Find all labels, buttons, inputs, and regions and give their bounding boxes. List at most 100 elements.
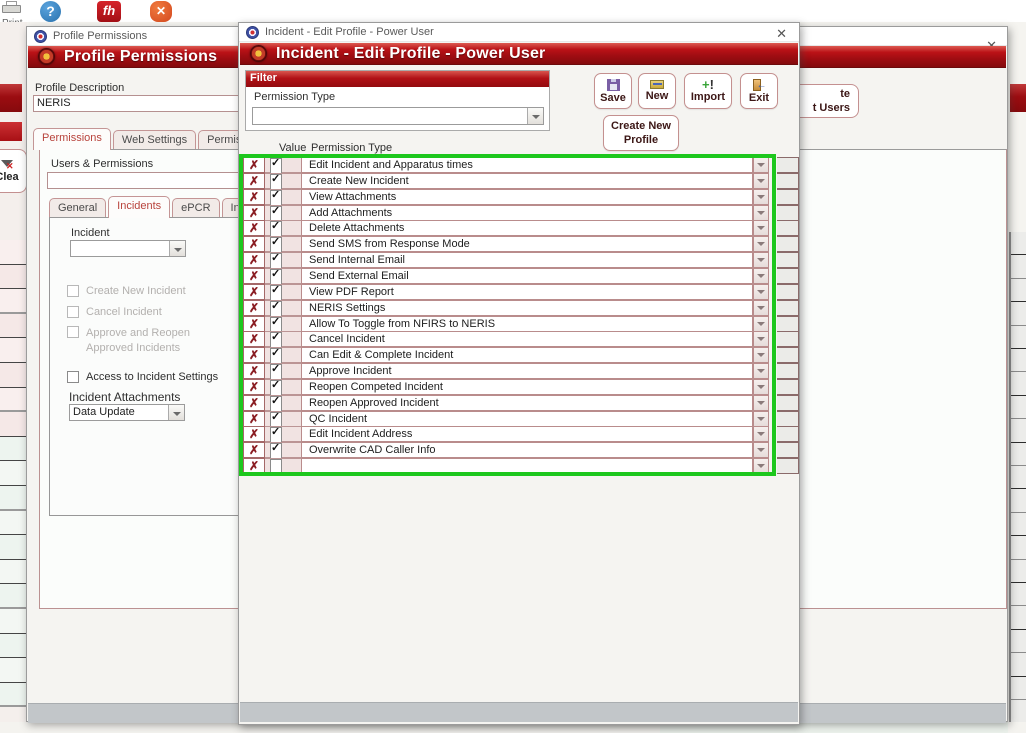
dropdown-button[interactable] [527,108,543,124]
delete-row-button[interactable]: ✗ [243,236,265,252]
permission-type-value[interactable]: Allow To Toggle from NFIRS to NERIS [301,316,753,332]
delete-row-button[interactable]: ✗ [243,442,265,458]
permission-type-value[interactable]: Approve Incident [301,363,753,379]
permission-dropdown-button[interactable] [753,205,769,221]
permission-type-value[interactable]: Edit Incident Address [301,426,753,442]
tab-general[interactable]: General [49,198,106,218]
permission-dropdown-button[interactable] [753,236,769,252]
permission-type-value[interactable]: Cancel Incident [301,331,753,347]
delete-row-button[interactable]: ✗ [243,316,265,332]
permission-type-value[interactable]: Add Attachments [301,205,753,221]
permission-dropdown-button[interactable] [753,300,769,316]
exit-button[interactable]: ← Exit [740,73,778,109]
permission-dropdown-button[interactable] [753,363,769,379]
permission-type-value[interactable]: Send Internal Email [301,252,753,268]
permission-dropdown-button[interactable] [753,347,769,363]
tab-web-settings[interactable]: Web Settings [113,130,196,150]
grid-extra-cell [777,300,799,316]
value-cell: ✓ [265,157,301,173]
permission-row: ✗✓Edit Incident and Apparatus times [239,157,799,173]
delete-row-button[interactable]: ✗ [243,379,265,395]
permission-dropdown-button[interactable] [753,458,769,474]
delete-row-button[interactable]: ✗ [243,284,265,300]
permission-dropdown-button[interactable] [753,316,769,332]
permission-type-value[interactable]: NERIS Settings [301,300,753,316]
import-button[interactable]: +! Import [684,73,732,109]
delete-row-button[interactable]: ✗ [243,395,265,411]
permission-type-value[interactable]: Send External Email [301,268,753,284]
permission-dropdown-button[interactable] [753,379,769,395]
delete-row-button[interactable]: ✗ [243,426,265,442]
delete-row-button[interactable]: ✗ [243,173,265,189]
save-button[interactable]: Save [594,73,632,109]
delete-row-button[interactable]: ✗ [243,411,265,427]
incident-window-titlebar[interactable]: Incident - Edit Profile - Power User [239,23,799,42]
value-cell: ✓ [265,363,301,379]
grid-extra-cell [777,458,799,474]
permission-dropdown-button[interactable] [753,252,769,268]
firehouse-logo-icon[interactable]: fh [97,1,121,22]
permission-dropdown-button[interactable] [753,157,769,173]
delete-row-button[interactable]: ✗ [243,458,265,474]
permission-type-value[interactable]: Can Edit & Complete Incident [301,347,753,363]
delete-row-button[interactable]: ✗ [243,252,265,268]
tab-permissions[interactable]: Permissions [33,128,111,150]
permission-dropdown-button[interactable] [753,426,769,442]
permission-dropdown-button[interactable] [753,331,769,347]
permission-row: ✗✓Approve Incident [239,363,799,379]
grid-col-permission-type: Permission Type [311,142,392,154]
permission-type-filter-dropdown[interactable] [252,107,544,125]
permission-type-value[interactable]: Create New Incident [301,173,753,189]
incident-window-close-icon[interactable]: ✕ [776,27,787,40]
permission-dropdown-button[interactable] [753,173,769,189]
permission-dropdown-button[interactable] [753,284,769,300]
permission-dropdown-button[interactable] [753,442,769,458]
permission-type-value[interactable]: QC Incident [301,411,753,427]
background-table-row [1011,279,1026,302]
delete-row-button[interactable]: ✗ [243,300,265,316]
delete-row-button[interactable]: ✗ [243,205,265,221]
permission-checkbox[interactable] [270,459,282,475]
approve-reopen-checkbox[interactable] [67,326,79,338]
delete-row-button[interactable]: ✗ [243,363,265,379]
value-cell: ✓ [265,284,301,300]
delete-row-button[interactable]: ✗ [243,189,265,205]
tab-epcr[interactable]: ePCR [172,198,219,218]
permission-type-value[interactable] [301,458,753,474]
permission-type-value[interactable]: View Attachments [301,189,753,205]
permission-checkbox[interactable]: ✓ [270,443,282,459]
dropdown-button[interactable] [169,241,185,256]
tab-incidents[interactable]: Incidents [108,196,170,218]
new-button[interactable]: New [638,73,676,109]
permission-dropdown-button[interactable] [753,411,769,427]
dropdown-button[interactable] [168,405,184,420]
create-new-profile-button[interactable]: Create New Profile [603,115,679,151]
delete-row-button[interactable]: ✗ [243,157,265,173]
permission-type-value[interactable]: View PDF Report [301,284,753,300]
delete-row-button[interactable]: ✗ [243,220,265,236]
help-button[interactable]: ? [40,1,61,22]
grid-extra-cell [777,220,799,236]
permission-dropdown-button[interactable] [753,220,769,236]
clear-button[interactable]: ✕ Clea [0,149,27,193]
delete-row-button[interactable]: ✗ [243,347,265,363]
incident-dropdown[interactable] [70,240,186,257]
permission-type-value[interactable]: Edit Incident and Apparatus times [301,157,753,173]
permission-dropdown-button[interactable] [753,395,769,411]
permission-dropdown-button[interactable] [753,189,769,205]
delete-row-button[interactable]: ✗ [243,268,265,284]
cancel-incident-checkbox-row: Cancel Incident [67,306,247,318]
cancel-incident-checkbox[interactable] [67,306,79,318]
permission-type-value[interactable]: Delete Attachments [301,220,753,236]
permission-type-value[interactable]: Send SMS from Response Mode [301,236,753,252]
close-app-icon[interactable]: ✕ [150,1,172,22]
background-table-row [1011,372,1026,395]
permission-type-value[interactable]: Reopen Approved Incident [301,395,753,411]
incident-attachments-dropdown[interactable]: Data Update [69,404,185,421]
access-incident-settings-checkbox[interactable] [67,371,79,383]
permission-dropdown-button[interactable] [753,268,769,284]
permission-type-value[interactable]: Reopen Competed Incident [301,379,753,395]
permission-type-value[interactable]: Overwrite CAD Caller Info [301,442,753,458]
create-new-incident-checkbox[interactable] [67,285,79,297]
delete-row-button[interactable]: ✗ [243,331,265,347]
